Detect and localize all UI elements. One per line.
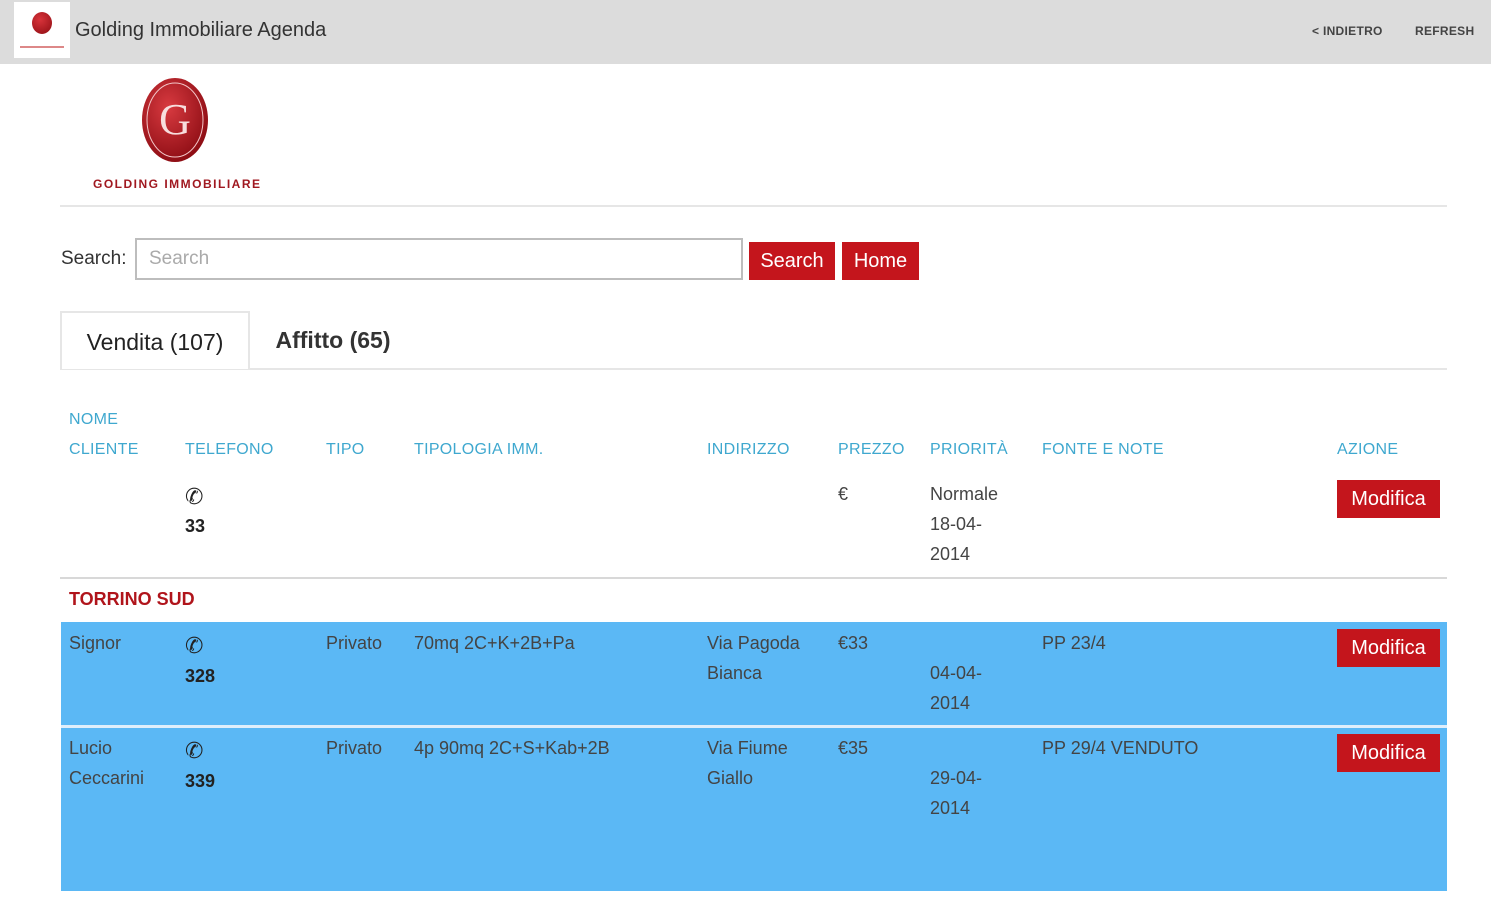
modifica-button[interactable]: Modifica <box>1337 734 1440 772</box>
search-label: Search: <box>61 248 127 269</box>
cell-fonte: PP 23/4 <box>1042 633 1106 653</box>
g-emblem-icon: G <box>142 78 208 162</box>
tab-affitto[interactable]: Affitto (65) <box>258 311 408 369</box>
cell-priorita-line2: 2014 <box>930 693 971 713</box>
cell-priorita-line2: 18-04- <box>930 514 983 534</box>
phone-number: 328 <box>185 666 216 686</box>
cell-nome: Signor <box>69 633 122 653</box>
app-icon <box>14 2 70 58</box>
cell-indirizzo-line2: Bianca <box>707 663 763 683</box>
cell-nome-line2: Ceccarini <box>69 768 145 788</box>
company-logo: G <box>140 76 210 162</box>
cell-prezzo: €35 <box>838 738 869 758</box>
cell-tipologia: 70mq 2C+K+2B+Pa <box>414 633 575 653</box>
modifica-button[interactable]: Modifica <box>1337 629 1440 667</box>
group-divider <box>60 577 1447 579</box>
phone-number: 33 <box>185 516 206 536</box>
app-icon-emblem <box>32 12 52 34</box>
phone-icon[interactable]: ✆ <box>185 738 203 764</box>
group-label: TORRINO SUD <box>69 589 195 609</box>
cell-fonte: PP 29/4 VENDUTO <box>1042 738 1199 758</box>
cell-prezzo: €33 <box>838 633 869 653</box>
header-nome-line1: NOME <box>69 411 119 428</box>
refresh-button[interactable]: REFRESH <box>1415 24 1474 38</box>
back-button[interactable]: < INDIETRO <box>1312 24 1383 38</box>
header-divider <box>60 205 1447 207</box>
app-title: Golding Immobiliare Agenda <box>75 19 327 41</box>
svg-text:G: G <box>159 95 191 144</box>
cell-tipo: Privato <box>326 738 383 758</box>
phone-icon[interactable]: ✆ <box>185 484 203 510</box>
cell-priorita-line1: Normale <box>930 484 999 504</box>
app-bar: Golding Immobiliare Agenda < INDIETRO RE… <box>0 0 1491 64</box>
header-prezzo: PREZZO <box>838 441 905 458</box>
app-icon-underline <box>20 46 64 48</box>
cell-tipologia: 4p 90mq 2C+S+Kab+2B <box>414 738 610 758</box>
search-input[interactable] <box>135 238 743 280</box>
header-priorita: PRIORITÀ <box>930 441 1008 458</box>
phone-icon[interactable]: ✆ <box>185 633 203 659</box>
header-tipo: TIPO <box>326 441 365 458</box>
header-indirizzo: INDIRIZZO <box>707 441 790 458</box>
cell-indirizzo-line2: Giallo <box>707 768 754 788</box>
header-telefono: TELEFONO <box>185 441 274 458</box>
cell-indirizzo-line1: Via Pagoda <box>707 633 800 653</box>
header-fonte: FONTE E NOTE <box>1042 441 1164 458</box>
logo-wordmark: GOLDING IMMOBILIARE <box>93 177 262 191</box>
cell-nome-line1: Lucio <box>69 738 113 758</box>
cell-priorita-line1: 04-04- <box>930 663 983 683</box>
modifica-button[interactable]: Modifica <box>1337 480 1440 518</box>
phone-number: 339 <box>185 771 216 791</box>
header-nome-line2: CLIENTE <box>69 441 139 458</box>
cell-prezzo: € <box>838 484 849 504</box>
cell-tipo: Privato <box>326 633 383 653</box>
header-tipologia: TIPOLOGIA IMM. <box>414 441 544 458</box>
cell-priorita-line3: 2014 <box>930 544 971 564</box>
home-button[interactable]: Home <box>842 242 919 280</box>
cell-priorita-line2: 2014 <box>930 798 971 818</box>
cell-priorita-line1: 29-04- <box>930 768 983 788</box>
tab-vendita[interactable]: Vendita (107) <box>60 311 250 369</box>
search-button[interactable]: Search <box>749 242 835 280</box>
cell-indirizzo-line1: Via Fiume <box>707 738 788 758</box>
header-azione: AZIONE <box>1337 441 1399 458</box>
